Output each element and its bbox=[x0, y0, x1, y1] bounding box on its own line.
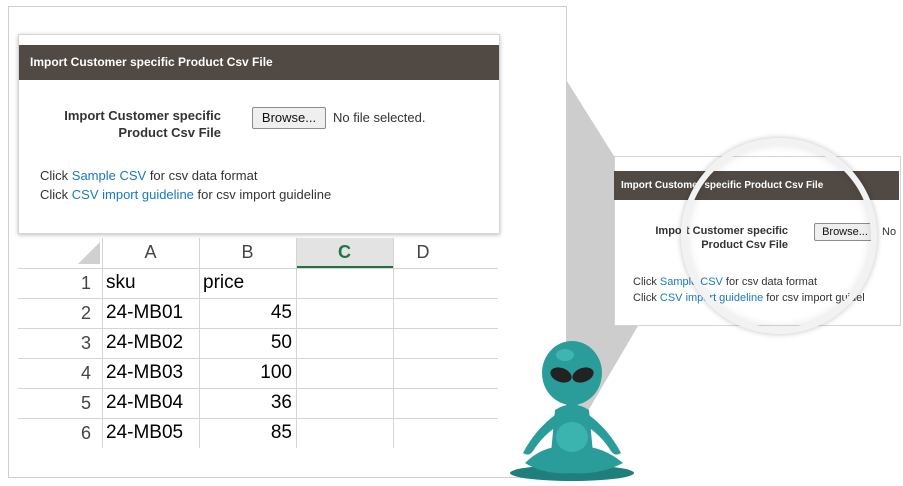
row-number[interactable]: 4 bbox=[18, 358, 102, 388]
alien-meditating-mascot-icon bbox=[510, 341, 634, 481]
file-field-row: Import Customer specific Product Csv Fil… bbox=[19, 107, 499, 147]
magnifier-lens-icon bbox=[681, 138, 877, 334]
cell-price[interactable]: 50 bbox=[199, 328, 292, 358]
file-field-label-line2: Product Csv File bbox=[118, 125, 221, 140]
cell-price[interactable]: 85 bbox=[199, 418, 292, 448]
help-line-sample: Click Sample CSV for csv data format bbox=[40, 168, 258, 183]
column-header-b[interactable]: B bbox=[199, 238, 296, 268]
table-row: 3 24-MB02 50 bbox=[18, 328, 498, 359]
help-line-guideline: Click CSV import guideline for csv impor… bbox=[40, 187, 332, 202]
file-field-label-line1: Import Customer specific bbox=[64, 108, 221, 123]
cell-sku[interactable]: 24-MB04 bbox=[106, 388, 196, 418]
cell-sku[interactable]: 24-MB05 bbox=[106, 418, 196, 448]
csv-guideline-link[interactable]: CSV import guideline bbox=[72, 187, 194, 202]
cell-price[interactable]: 36 bbox=[199, 388, 292, 418]
table-row: 2 24-MB01 45 bbox=[18, 298, 498, 329]
row-number[interactable]: 2 bbox=[18, 298, 102, 328]
row-number[interactable]: 6 bbox=[18, 418, 102, 448]
row-number[interactable]: 1 bbox=[18, 268, 102, 298]
column-header-c-active[interactable]: C bbox=[296, 238, 393, 268]
import-panel: Import Customer specific Product Csv Fil… bbox=[18, 34, 500, 234]
help-text: Click Sample CSV for csv data format Cli… bbox=[40, 166, 331, 204]
row-number[interactable]: 3 bbox=[18, 328, 102, 358]
cell-sku[interactable]: 24-MB01 bbox=[106, 298, 196, 328]
cell-sku[interactable]: 24-MB02 bbox=[106, 328, 196, 358]
cell-sku[interactable]: 24-MB03 bbox=[106, 358, 196, 388]
cell-sku[interactable]: sku bbox=[106, 268, 196, 298]
table-row: 1 sku price bbox=[18, 268, 498, 299]
table-row: 4 24-MB03 100 bbox=[18, 358, 498, 389]
table-row: 5 24-MB04 36 bbox=[18, 388, 498, 419]
file-field-label: Import Customer specific Product Csv Fil… bbox=[39, 107, 221, 141]
column-header-a[interactable]: A bbox=[102, 238, 199, 268]
table-row: 6 24-MB05 85 bbox=[18, 418, 498, 448]
cell-price[interactable]: price bbox=[203, 268, 293, 298]
column-header-d[interactable]: D bbox=[393, 238, 453, 268]
browse-button[interactable]: Browse... bbox=[252, 107, 326, 129]
row-number[interactable]: 5 bbox=[18, 388, 102, 418]
select-all-corner-icon[interactable] bbox=[78, 242, 100, 264]
file-status: No file selected. bbox=[333, 110, 426, 125]
panel-header: Import Customer specific Product Csv Fil… bbox=[19, 45, 499, 80]
column-header-row: A B C D bbox=[18, 238, 498, 269]
cell-price[interactable]: 45 bbox=[199, 298, 292, 328]
cell-price[interactable]: 100 bbox=[199, 358, 292, 388]
spreadsheet-preview: A B C D 1 sku price 2 24-MB01 45 3 24-MB… bbox=[18, 238, 498, 448]
sample-csv-link[interactable]: Sample CSV bbox=[72, 168, 146, 183]
zoomed-file-status: No bbox=[882, 226, 897, 238]
